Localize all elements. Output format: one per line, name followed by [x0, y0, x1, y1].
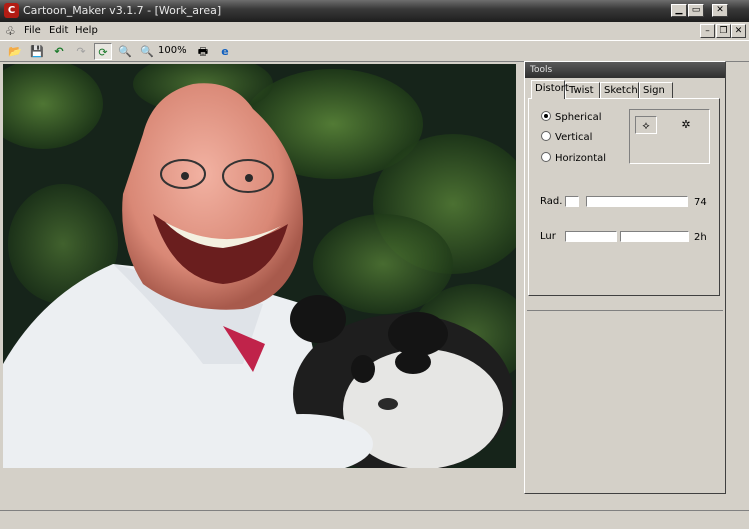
doc-minimize-button[interactable]: – [700, 24, 715, 38]
zoom-in-icon[interactable]: 🔍 [138, 43, 156, 60]
print-icon[interactable]: 🖶 [194, 43, 212, 60]
blur-input[interactable] [565, 231, 617, 242]
option-spherical[interactable]: Spherical [541, 111, 601, 123]
status-bar [0, 510, 749, 529]
menu-edit[interactable]: Edit [49, 25, 68, 36]
close-button[interactable]: ✕ [712, 4, 728, 17]
app-icon[interactable]: C [4, 3, 19, 18]
menu-file[interactable]: File [24, 25, 41, 36]
shrink-mode-icon[interactable]: ✲ [675, 116, 697, 134]
tools-panel-title: Tools [525, 62, 725, 78]
mode-buttons-group: ⟡ ✲ [629, 109, 710, 164]
radius-checkbox[interactable] [565, 196, 579, 207]
tab-twist[interactable]: Twist [565, 82, 600, 99]
option-spherical-label: Spherical [555, 112, 602, 123]
document-menu-icon[interactable]: ♧ [5, 24, 16, 38]
tab-sketch[interactable]: Sketch [600, 82, 639, 99]
doc-close-button[interactable]: ✕ [731, 24, 746, 38]
menu-bar: ♧ File Edit Help – ❐ ✕ [0, 22, 749, 40]
caricature-photo [3, 64, 516, 468]
radius-value: 74 [694, 197, 707, 208]
title-bar: C Cartoon_Maker v3.1.7 - [Work_area] ▁ ▭… [0, 0, 749, 22]
radio-spherical[interactable] [541, 111, 551, 121]
blur-label: Lur [540, 231, 556, 242]
option-horizontal-label: Horizontal [555, 153, 607, 164]
image-canvas[interactable] [3, 64, 516, 468]
blur-slider[interactable] [620, 231, 689, 242]
doc-restore-button[interactable]: ❐ [716, 24, 731, 38]
tab-distort[interactable]: Distort [531, 80, 569, 99]
radio-horizontal[interactable] [541, 152, 551, 162]
tools-panel: Tools Distort Twist Sketch Sign Spherica… [524, 61, 726, 494]
radius-label: Rad. [540, 196, 563, 207]
web-icon[interactable]: e [216, 43, 234, 60]
maximize-button[interactable]: ▭ [688, 4, 704, 17]
distort-tab-content: Spherical Vertical Horizontal ⟡ ✲ Rad. 7… [528, 98, 720, 296]
open-icon[interactable]: 📂 [6, 43, 24, 60]
redo-icon[interactable]: ↷ [72, 43, 90, 60]
save-icon[interactable]: 💾 [28, 43, 46, 60]
option-horizontal[interactable]: Horizontal [541, 152, 606, 164]
zoom-out-icon[interactable]: 🔍 [116, 43, 134, 60]
window-title: Cartoon_Maker v3.1.7 - [Work_area] [23, 4, 222, 17]
minimize-button[interactable]: ▁ [671, 4, 687, 17]
expand-mode-icon[interactable]: ⟡ [635, 116, 657, 134]
tools-panel-lower-area [527, 310, 723, 492]
option-vertical[interactable]: Vertical [541, 131, 592, 143]
option-vertical-label: Vertical [555, 132, 593, 143]
menu-help[interactable]: Help [75, 25, 98, 36]
refresh-icon[interactable]: ⟳ [94, 43, 112, 60]
tab-sign[interactable]: Sign [639, 82, 673, 99]
toolbar: 📂 💾 ↶ ↷ ⟳ 🔍 🔍 100% 🖶 e [0, 40, 749, 62]
blur-value: 2h [694, 232, 707, 243]
zoom-level: 100% [158, 45, 187, 56]
undo-icon[interactable]: ↶ [50, 43, 68, 60]
radius-slider[interactable] [586, 196, 688, 207]
radio-vertical[interactable] [541, 131, 551, 141]
